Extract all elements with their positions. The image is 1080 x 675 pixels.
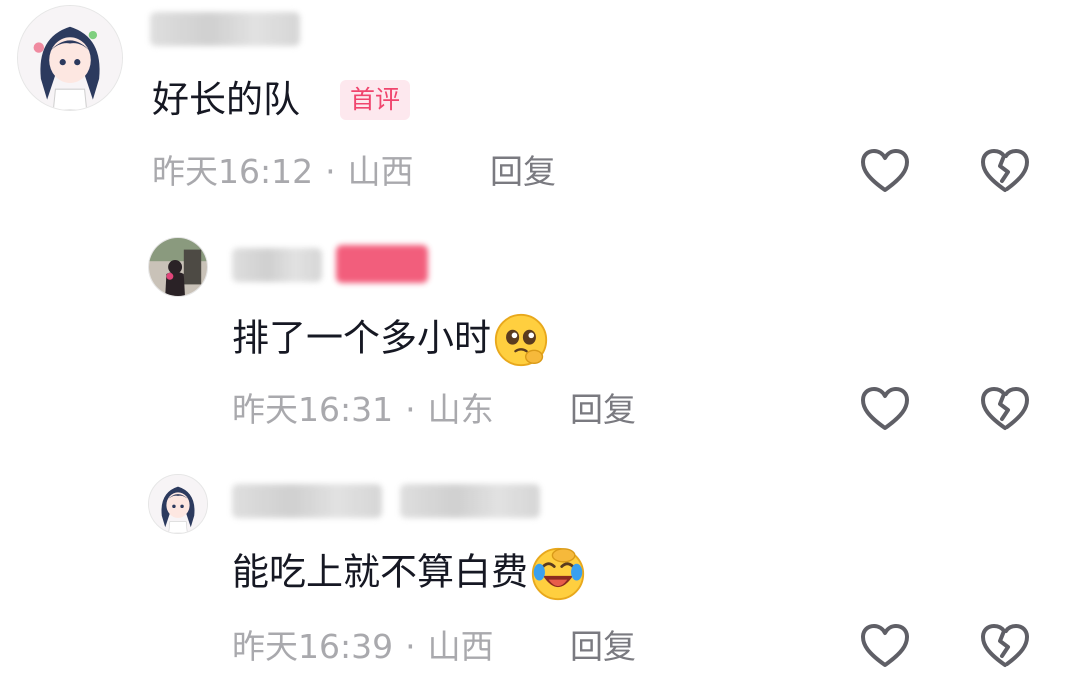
separator: · — [325, 152, 336, 191]
comment-text: 排了一个多小时 — [232, 312, 549, 368]
broken-heart-icon[interactable] — [980, 386, 1030, 432]
username-blurred[interactable] — [150, 12, 300, 46]
comment-text: 能吃上就不算白费 — [232, 546, 586, 602]
heart-outline-icon[interactable] — [860, 148, 910, 194]
comment-list: 好长的队 首评 昨天16:12 · 山西 回复 排了一个多小时 昨天16:31 … — [0, 0, 1080, 675]
broken-heart-icon[interactable] — [980, 148, 1030, 194]
comment-meta: 昨天16:31 · 山东 — [232, 388, 494, 432]
reply-button[interactable]: 回复 — [490, 150, 556, 194]
comment-time: 昨天16:12 — [152, 152, 314, 191]
anime-girl-avatar-icon — [18, 6, 122, 110]
heart-outline-icon[interactable] — [860, 386, 910, 432]
photo-avatar-icon — [149, 238, 207, 296]
avatar[interactable] — [148, 474, 208, 534]
heart-outline-icon[interactable] — [860, 623, 910, 669]
comment-location: 山西 — [347, 152, 414, 191]
username-blurred[interactable] — [232, 248, 322, 282]
username-blurred[interactable] — [232, 484, 382, 518]
rolling-laugh-icon — [530, 546, 586, 602]
avatar[interactable] — [17, 5, 123, 111]
separator: · — [405, 627, 416, 666]
reply-button[interactable]: 回复 — [570, 625, 636, 669]
anime-girl-avatar-icon — [149, 475, 207, 533]
comment-text-content: 排了一个多小时 — [232, 316, 491, 360]
author-tag-blurred — [336, 245, 428, 283]
avatar[interactable] — [148, 237, 208, 297]
first-comment-badge: 首评 — [340, 80, 411, 120]
reply-button[interactable]: 回复 — [570, 388, 636, 432]
comment-text-content: 能吃上就不算白费 — [232, 550, 528, 594]
comment-location: 山东 — [427, 390, 494, 429]
comment-time: 昨天16:31 — [232, 390, 394, 429]
comment-time: 昨天16:39 — [232, 627, 394, 666]
broken-heart-icon[interactable] — [980, 623, 1030, 669]
pleading-face-icon — [493, 312, 549, 368]
reply-target-blurred[interactable] — [400, 484, 540, 518]
comment-meta: 昨天16:39 · 山西 — [232, 625, 494, 669]
comment-location: 山西 — [427, 627, 494, 666]
comment-meta: 昨天16:12 · 山西 — [152, 150, 414, 194]
separator: · — [405, 390, 416, 429]
comment-text: 好长的队 — [152, 78, 300, 121]
